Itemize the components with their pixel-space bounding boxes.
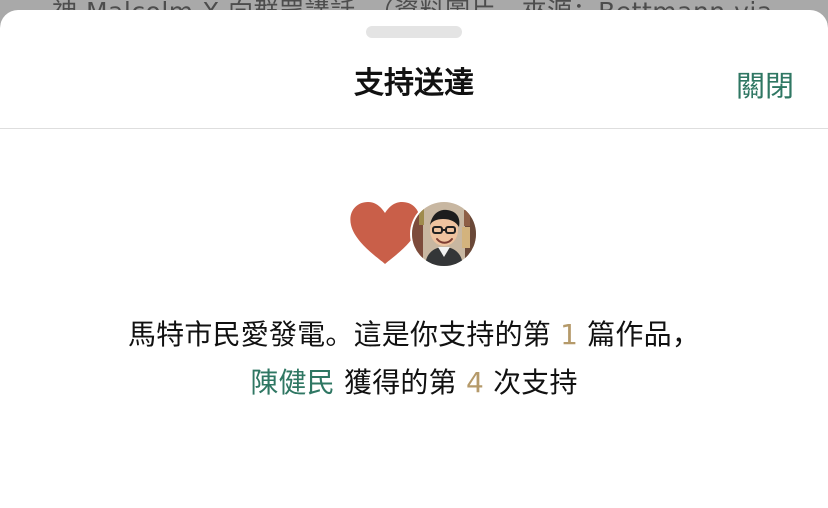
message-line-1: 馬特市民愛發電。這是你支持的第 1 篇作品， (60, 311, 768, 359)
author-avatar-image (412, 202, 476, 266)
message-tail: 次支持 (493, 366, 578, 399)
message-prefix: 馬特市民愛發電。這是你支持的第 (127, 318, 551, 351)
supported-work-count: 1 (560, 318, 579, 351)
support-count: 4 (465, 366, 484, 399)
message-suffix: 篇作品， (587, 318, 701, 351)
support-message: 馬特市民愛發電。這是你支持的第 1 篇作品， 陳健民 獲得的第 4 次支持 (60, 311, 768, 407)
sheet-grabber[interactable] (366, 26, 462, 38)
message-line-2: 陳健民 獲得的第 4 次支持 (60, 359, 768, 407)
message-middle: 獲得的第 (344, 366, 457, 399)
author-avatar (410, 200, 478, 268)
support-icon-group (348, 200, 488, 270)
support-sent-sheet: 支持送達 關閉 馬特市民愛發電。這是你支持的第 1 篇作品， 陳健民 獲得的第 … (0, 10, 828, 508)
close-button[interactable]: 關閉 (736, 66, 794, 106)
sheet-header: 支持送達 關閉 (0, 50, 828, 129)
author-name-link[interactable]: 陳健民 (250, 366, 335, 399)
sheet-title: 支持送達 (354, 66, 474, 101)
